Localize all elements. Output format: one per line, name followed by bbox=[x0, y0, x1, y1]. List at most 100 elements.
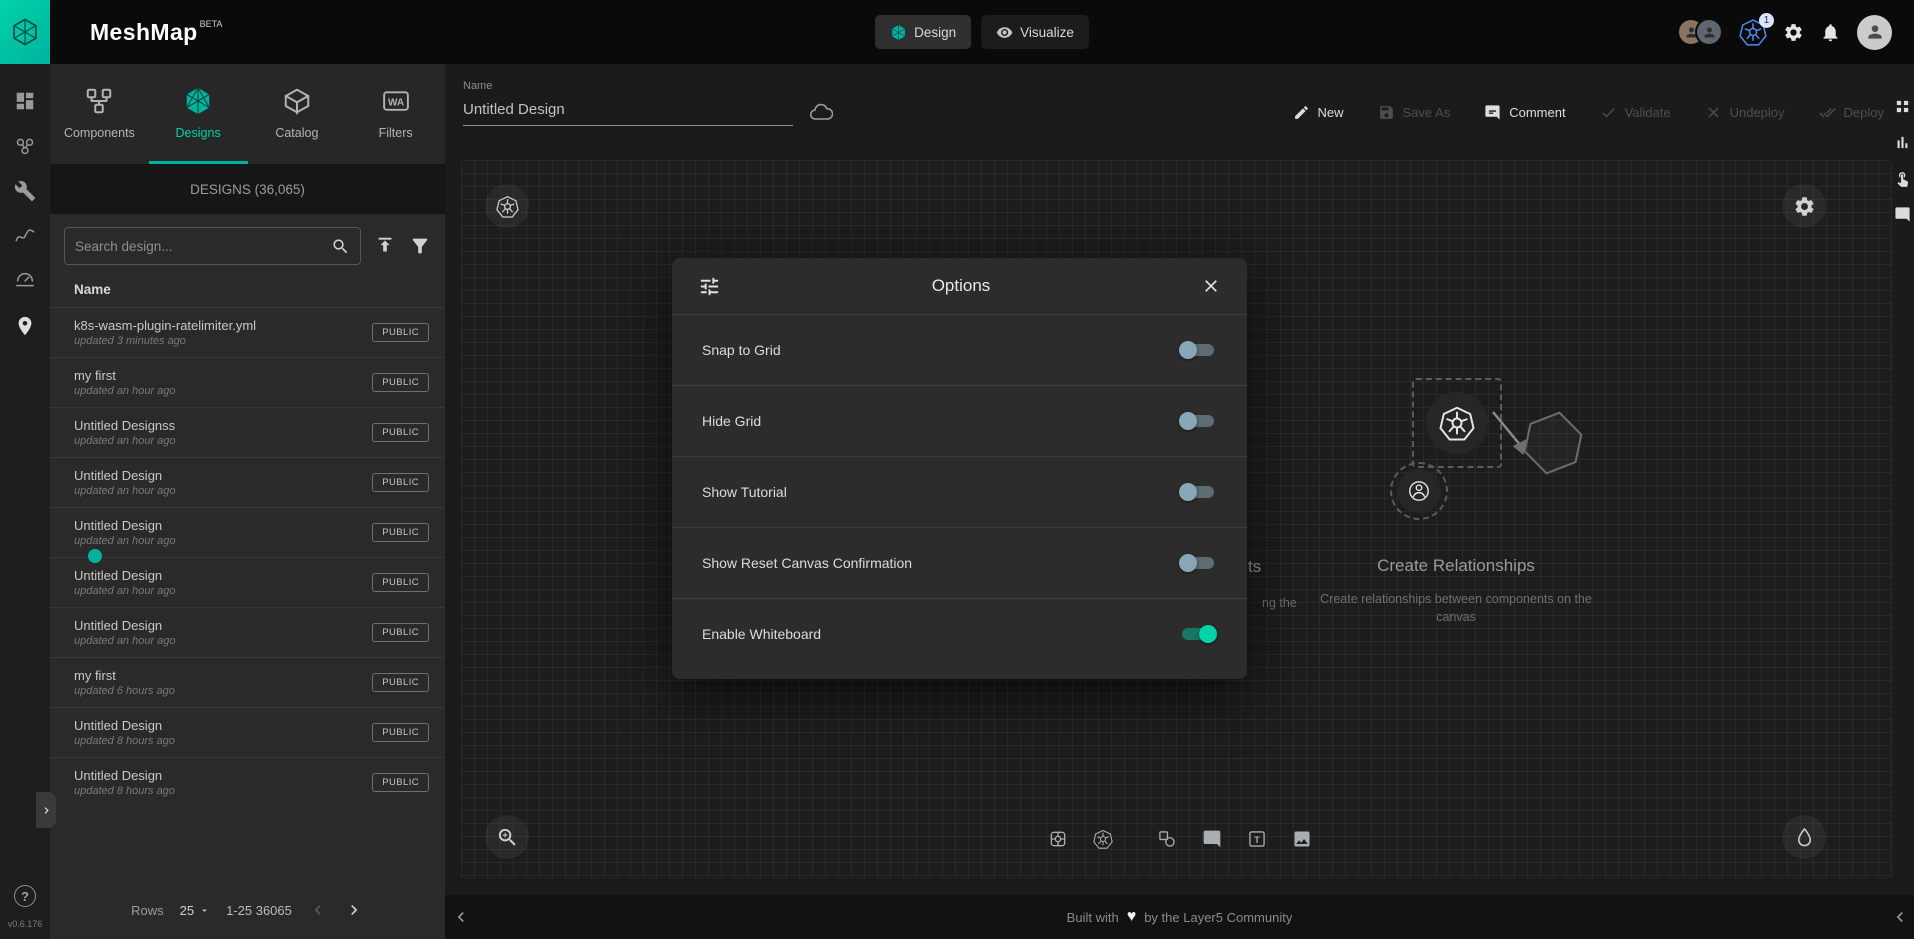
image-icon bbox=[1292, 829, 1312, 849]
design-name-input[interactable] bbox=[463, 99, 793, 126]
design-list-item[interactable]: my firstupdated 6 hours ago PUBLIC bbox=[50, 657, 445, 707]
chat-icon[interactable] bbox=[1894, 206, 1911, 223]
visualize-tab-label: Visualize bbox=[1020, 25, 1074, 40]
right-edge-toolbar bbox=[1892, 98, 1912, 223]
design-updated: updated 3 minutes ago bbox=[74, 335, 256, 347]
visibility-badge: PUBLIC bbox=[372, 423, 429, 442]
search-input[interactable] bbox=[75, 239, 331, 254]
previous-page-button[interactable] bbox=[308, 900, 328, 920]
canvas-options-button[interactable] bbox=[1782, 184, 1826, 228]
owner-avatar-dot bbox=[88, 549, 102, 563]
tab-components[interactable]: Components bbox=[50, 64, 149, 164]
tab-label: Catalog bbox=[275, 126, 318, 140]
footer-built-with: Built with bbox=[1067, 910, 1119, 925]
notifications-bell-icon[interactable] bbox=[1820, 22, 1841, 43]
performance-icon[interactable] bbox=[14, 225, 36, 247]
snap-to-grid-toggle[interactable] bbox=[1179, 340, 1217, 360]
rows-per-page-dropdown[interactable]: 25 bbox=[180, 903, 210, 918]
design-list-item[interactable]: Untitled Designupdated an hour ago PUBLI… bbox=[50, 607, 445, 657]
expand-sidebar-tab[interactable] bbox=[36, 792, 56, 828]
gear-icon bbox=[1793, 195, 1816, 218]
design-actions: New Save As Comment Validate Undeploy De… bbox=[1293, 104, 1885, 121]
ink-drop-button[interactable] bbox=[1782, 815, 1826, 859]
comment-button[interactable]: Comment bbox=[1484, 104, 1565, 121]
show-reset-canvas-confirmation-toggle[interactable] bbox=[1179, 553, 1217, 573]
design-list-item[interactable]: Untitled Designupdated an hour ago PUBLI… bbox=[50, 507, 445, 557]
meshmap-pin-icon[interactable] bbox=[14, 315, 36, 337]
design-mode-tab[interactable]: Design bbox=[875, 15, 971, 49]
layer5-logo[interactable] bbox=[0, 0, 50, 64]
settings-gear-icon[interactable] bbox=[1783, 22, 1804, 43]
visualize-mode-tab[interactable]: Visualize bbox=[981, 15, 1089, 49]
collapse-left-chevron[interactable] bbox=[451, 907, 471, 927]
hide-grid-toggle[interactable] bbox=[1179, 411, 1217, 431]
validate-button[interactable]: Validate bbox=[1600, 104, 1671, 121]
tab-catalog[interactable]: Catalog bbox=[248, 64, 347, 164]
tab-filters[interactable]: WA Filters bbox=[346, 64, 445, 164]
design-list-item[interactable]: Untitled Designupdated 8 hours ago PUBLI… bbox=[50, 707, 445, 757]
design-name: Untitled Design bbox=[74, 468, 176, 485]
kubernetes-canvas-button[interactable] bbox=[485, 184, 529, 228]
show-tutorial-toggle[interactable] bbox=[1179, 482, 1217, 502]
undeploy-button[interactable]: Undeploy bbox=[1705, 104, 1785, 121]
deploy-button[interactable]: Deploy bbox=[1819, 104, 1884, 121]
panel-tabs: Components Designs Catalog WA Filters bbox=[50, 64, 445, 164]
close-icon[interactable] bbox=[1201, 276, 1221, 296]
design-name: my first bbox=[74, 668, 175, 685]
new-design-button[interactable]: New bbox=[1293, 104, 1344, 121]
shapes-tool-button[interactable] bbox=[1149, 821, 1185, 857]
zoom-button[interactable] bbox=[485, 815, 529, 859]
options-modal-title: Options bbox=[721, 276, 1201, 296]
collapse-right-chevron[interactable] bbox=[1890, 907, 1910, 927]
toolkit-icon[interactable] bbox=[14, 180, 36, 202]
telemetry-icon[interactable] bbox=[14, 270, 36, 292]
kubernetes-icon bbox=[1093, 829, 1113, 849]
search-icon[interactable] bbox=[331, 237, 350, 256]
apps-grid-icon[interactable] bbox=[1894, 98, 1911, 115]
tab-designs[interactable]: Designs bbox=[149, 64, 248, 164]
lifecycle-icon[interactable] bbox=[14, 135, 36, 157]
chevron-right-icon bbox=[40, 804, 53, 817]
design-list-item[interactable]: my firstupdated an hour ago PUBLIC bbox=[50, 357, 445, 407]
collaborator-avatars bbox=[1677, 18, 1723, 46]
filter-funnel-icon[interactable] bbox=[409, 235, 431, 257]
options-modal-body: Snap to Grid Hide Grid Show Tutorial Sho… bbox=[672, 314, 1247, 679]
import-design-icon[interactable] bbox=[374, 235, 396, 257]
version-label: v0.6.176 bbox=[8, 919, 43, 929]
design-list-item[interactable]: Untitled Designupdated an hour ago PUBLI… bbox=[50, 557, 445, 607]
visibility-badge: PUBLIC bbox=[372, 473, 429, 492]
relationship-demo-arrow-hexagon bbox=[1485, 394, 1595, 494]
dashboard-icon[interactable] bbox=[14, 90, 36, 112]
text-tool-button[interactable]: T bbox=[1239, 821, 1275, 857]
design-updated: updated 6 hours ago bbox=[74, 685, 175, 697]
app-title: MeshMapBETA bbox=[90, 19, 222, 46]
design-list-item[interactable]: Untitled Designssupdated an hour ago PUB… bbox=[50, 407, 445, 457]
pagination: Rows 25 1-25 36065 bbox=[50, 881, 445, 939]
components-tool-button[interactable] bbox=[1040, 821, 1076, 857]
comment-tool-button[interactable] bbox=[1194, 821, 1230, 857]
pagination-range: 1-25 36065 bbox=[226, 903, 292, 918]
next-page-button[interactable] bbox=[344, 900, 364, 920]
enable-whiteboard-toggle[interactable] bbox=[1179, 624, 1217, 644]
kubernetes-tool-button[interactable] bbox=[1085, 821, 1121, 857]
option-row: Enable Whiteboard bbox=[672, 598, 1247, 669]
option-row: Show Tutorial bbox=[672, 456, 1247, 527]
collaborator-avatar[interactable] bbox=[1695, 18, 1723, 46]
caret-down-icon bbox=[199, 905, 210, 916]
save-as-button[interactable]: Save As bbox=[1378, 104, 1451, 121]
action-label: Comment bbox=[1509, 105, 1565, 120]
user-avatar[interactable] bbox=[1857, 15, 1892, 50]
eye-icon bbox=[996, 24, 1013, 41]
design-list-item[interactable]: Untitled Designupdated 8 hours ago PUBLI… bbox=[50, 757, 445, 807]
kubernetes-icon bbox=[1439, 405, 1475, 441]
design-list-item[interactable]: k8s-wasm-plugin-ratelimiter.ymlupdated 3… bbox=[50, 307, 445, 357]
design-list-item[interactable]: Untitled Designupdated an hour ago PUBLI… bbox=[50, 457, 445, 507]
create-relationships-hint: Create Relationships Create relationship… bbox=[1316, 556, 1596, 626]
help-icon[interactable]: ? bbox=[14, 885, 36, 907]
visibility-badge: PUBLIC bbox=[372, 373, 429, 392]
media-tool-button[interactable] bbox=[1284, 821, 1320, 857]
kubernetes-context-switcher[interactable]: 1 bbox=[1739, 18, 1767, 46]
check-icon bbox=[1600, 104, 1617, 121]
touch-pointer-icon[interactable] bbox=[1894, 170, 1911, 187]
bar-chart-icon[interactable] bbox=[1894, 134, 1911, 151]
